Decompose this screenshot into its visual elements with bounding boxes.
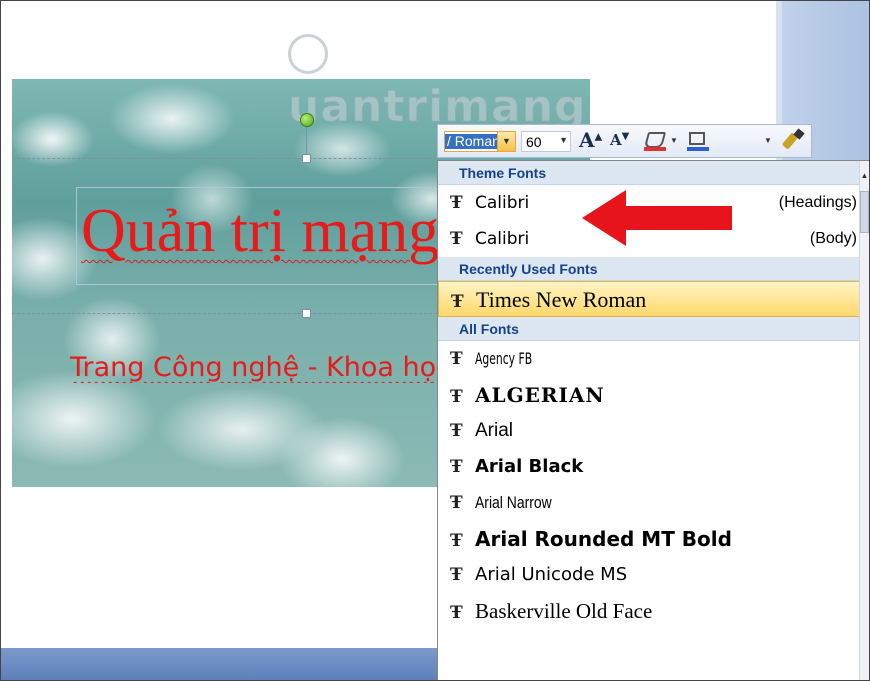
font-item-label: Calibri [475,229,530,249]
truetype-font-icon: Ŧ [451,292,464,312]
font-item-label: Arial Narrow [475,493,552,512]
font-name-combobox[interactable]: / Roman ▼ [444,131,516,152]
outline-pen-icon [689,132,705,145]
watermark-logo: uantrimang [288,30,628,133]
resize-handle-bottom[interactable] [302,309,311,318]
font-item-label: Arial [475,420,514,441]
font-dropdown-chevron-icon[interactable]: ▼ [497,132,515,151]
truetype-font-icon: Ŧ [450,193,463,213]
selection-guide-bottom [12,313,437,314]
scroll-up-arrow-icon[interactable]: ▲ [860,171,869,180]
font-item-label: ALGERIAN [475,383,605,407]
font-item-note: (Body) [809,230,857,247]
font-item-arial-unicode-ms[interactable]: Ŧ Arial Unicode MS [438,557,862,593]
font-item-baskerville-old-face[interactable]: Ŧ Baskerville Old Face [438,593,862,629]
fill-dropdown-chevron-icon[interactable]: ▼ [670,136,678,145]
rotation-stem [306,125,307,157]
shrink-arrow-icon: ▼ [621,131,630,142]
mini-toolbar: / Roman ▼ 60 ▼ A▲ A▼ ▼ ▼ [437,124,812,158]
lightbulb-icon [288,34,328,74]
red-arrow-icon [582,190,732,246]
section-header: Recently Used Fonts [438,257,862,281]
truetype-font-icon: Ŧ [450,565,463,585]
font-item-label: Calibri [475,193,530,213]
rotation-handle[interactable] [300,113,314,127]
paint-bucket-icon [643,132,667,148]
scroll-thumb[interactable] [860,191,869,233]
slide-title[interactable]: Quản trị mạng [81,196,439,267]
truetype-font-icon: Ŧ [450,421,463,441]
truetype-font-icon: Ŧ [450,531,463,551]
truetype-font-icon: Ŧ [450,349,463,369]
font-item-arial-narrow[interactable]: Ŧ Arial Narrow [438,485,862,521]
font-item-algerian[interactable]: Ŧ ALGERIAN [438,377,862,413]
font-item-label: Arial Black [475,456,584,477]
resize-handle-top[interactable] [302,154,311,163]
section-header: All Fonts [438,317,862,341]
truetype-font-icon: Ŧ [450,603,463,623]
shrink-font-label: A [610,131,622,149]
font-item-agency-fb[interactable]: Ŧ Agency FB [438,341,862,377]
font-item-note: (Headings) [778,194,857,211]
font-item-label: Arial Unicode MS [475,564,628,585]
font-item-arial[interactable]: Ŧ Arial [438,413,862,449]
font-size-chevron-icon[interactable]: ▼ [559,135,568,145]
selection-guide-top [12,158,437,159]
font-item-arial-black[interactable]: Ŧ Arial Black [438,449,862,485]
slide-subtitle[interactable]: Trang Công nghệ - Khoa học [70,352,440,383]
dropdown-scrollbar[interactable]: ▲ [859,161,869,680]
font-name-value[interactable]: / Roman [445,134,499,149]
font-item-label: Times New Roman [476,287,647,312]
truetype-font-icon: Ŧ [450,457,463,477]
grow-arrow-icon: ▲ [594,131,603,143]
font-size-value[interactable]: 60 [526,134,542,150]
fill-color-bar [644,147,666,151]
font-item-arial-rounded-mt-bold[interactable]: Ŧ Arial Rounded MT Bold [438,521,862,557]
grow-font-button[interactable]: A▲ [579,128,602,152]
truetype-font-icon: Ŧ [450,493,463,513]
outline-color-bar [687,147,709,151]
shrink-font-button[interactable]: A▼ [610,131,629,155]
font-item-label: Baskerville Old Face [475,599,653,623]
shape-fill-button[interactable] [643,130,667,154]
grow-font-label: A [579,128,595,152]
font-item-times-new-roman[interactable]: Ŧ Times New Roman [438,281,862,317]
format-painter-button[interactable] [781,128,806,154]
font-item-label: Arial Rounded MT Bold [475,527,732,551]
section-header: Theme Fonts [438,161,862,185]
truetype-font-icon: Ŧ [450,387,463,407]
shape-outline-button[interactable] [686,130,710,154]
truetype-font-icon: Ŧ [450,229,463,249]
outline-dropdown-chevron-icon[interactable]: ▼ [764,136,772,145]
bottom-pane-background [0,648,440,681]
font-size-combobox[interactable]: 60 ▼ [521,131,571,152]
font-item-label: Agency FB [475,349,533,368]
